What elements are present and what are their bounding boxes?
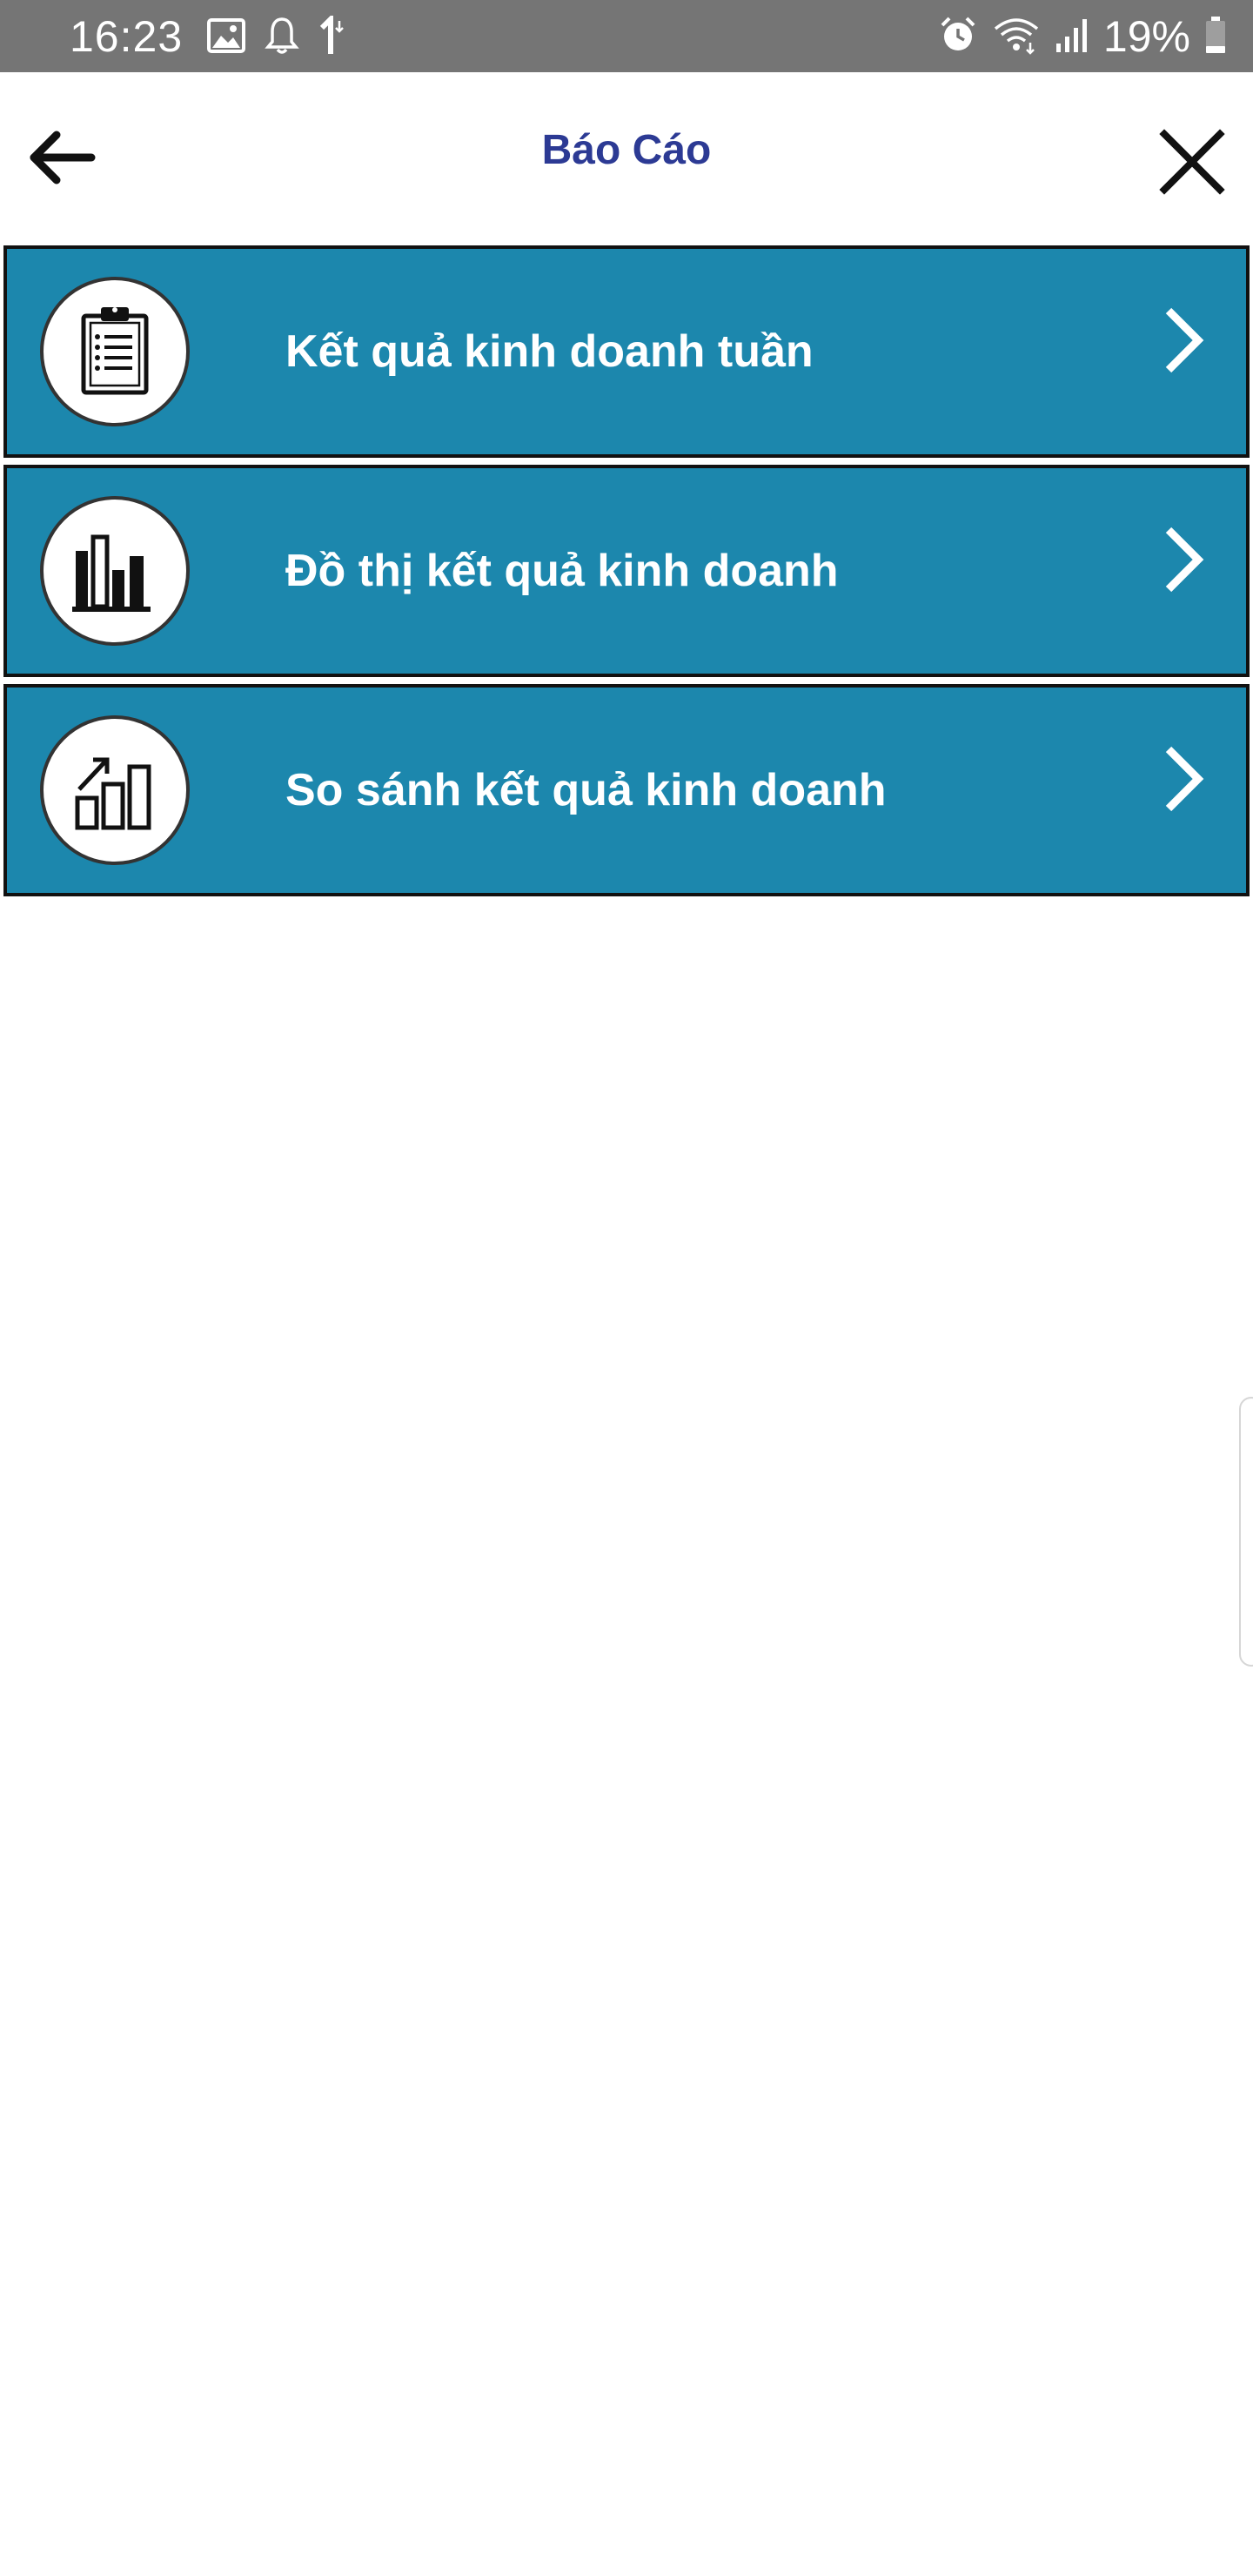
status-right-icons: 19% bbox=[938, 10, 1227, 63]
menu-item-icon-wrapper bbox=[40, 715, 190, 865]
menu-item-icon-wrapper bbox=[40, 496, 190, 646]
growth-chart-icon bbox=[67, 741, 163, 841]
report-menu-list: Kết quả kinh doanh tuần Đồ thị kết quả k… bbox=[3, 245, 1250, 903]
image-icon bbox=[207, 17, 245, 57]
data-arrow-icon bbox=[318, 12, 350, 60]
close-icon bbox=[1159, 128, 1225, 199]
chevron-right-icon bbox=[1157, 301, 1209, 379]
chevron-right-icon bbox=[1157, 520, 1209, 599]
bar-chart-icon bbox=[67, 521, 163, 621]
menu-item-label: Kết quả kinh doanh tuần bbox=[285, 326, 814, 377]
menu-item-icon-wrapper bbox=[40, 277, 190, 426]
chevron-right-icon bbox=[1157, 740, 1209, 818]
wifi-icon bbox=[992, 15, 1041, 59]
app-header: Báo Cáo bbox=[0, 72, 1253, 242]
signal-icon bbox=[1055, 16, 1089, 58]
close-button[interactable] bbox=[1149, 120, 1236, 207]
battery-percentage: 19% bbox=[1102, 12, 1190, 61]
page-title: Báo Cáo bbox=[541, 127, 712, 173]
status-time: 16:23 bbox=[70, 12, 184, 61]
notification-bell-icon bbox=[265, 16, 299, 60]
menu-item-compare-results[interactable]: So sánh kết quả kinh doanh bbox=[3, 684, 1250, 896]
menu-item-results-chart[interactable]: Đồ thị kết quả kinh doanh bbox=[3, 465, 1250, 677]
edge-panel-handle[interactable] bbox=[1239, 1397, 1253, 1667]
status-left-icons bbox=[207, 12, 350, 60]
battery-icon bbox=[1204, 15, 1227, 59]
clipboard-list-icon bbox=[71, 302, 158, 402]
menu-item-weekly-results[interactable]: Kết quả kinh doanh tuần bbox=[3, 245, 1250, 458]
menu-item-label: Đồ thị kết quả kinh doanh bbox=[285, 546, 839, 596]
menu-item-label: So sánh kết quả kinh doanh bbox=[285, 765, 887, 815]
alarm-icon bbox=[938, 15, 978, 59]
status-bar: 16:23 19% bbox=[0, 0, 1253, 72]
